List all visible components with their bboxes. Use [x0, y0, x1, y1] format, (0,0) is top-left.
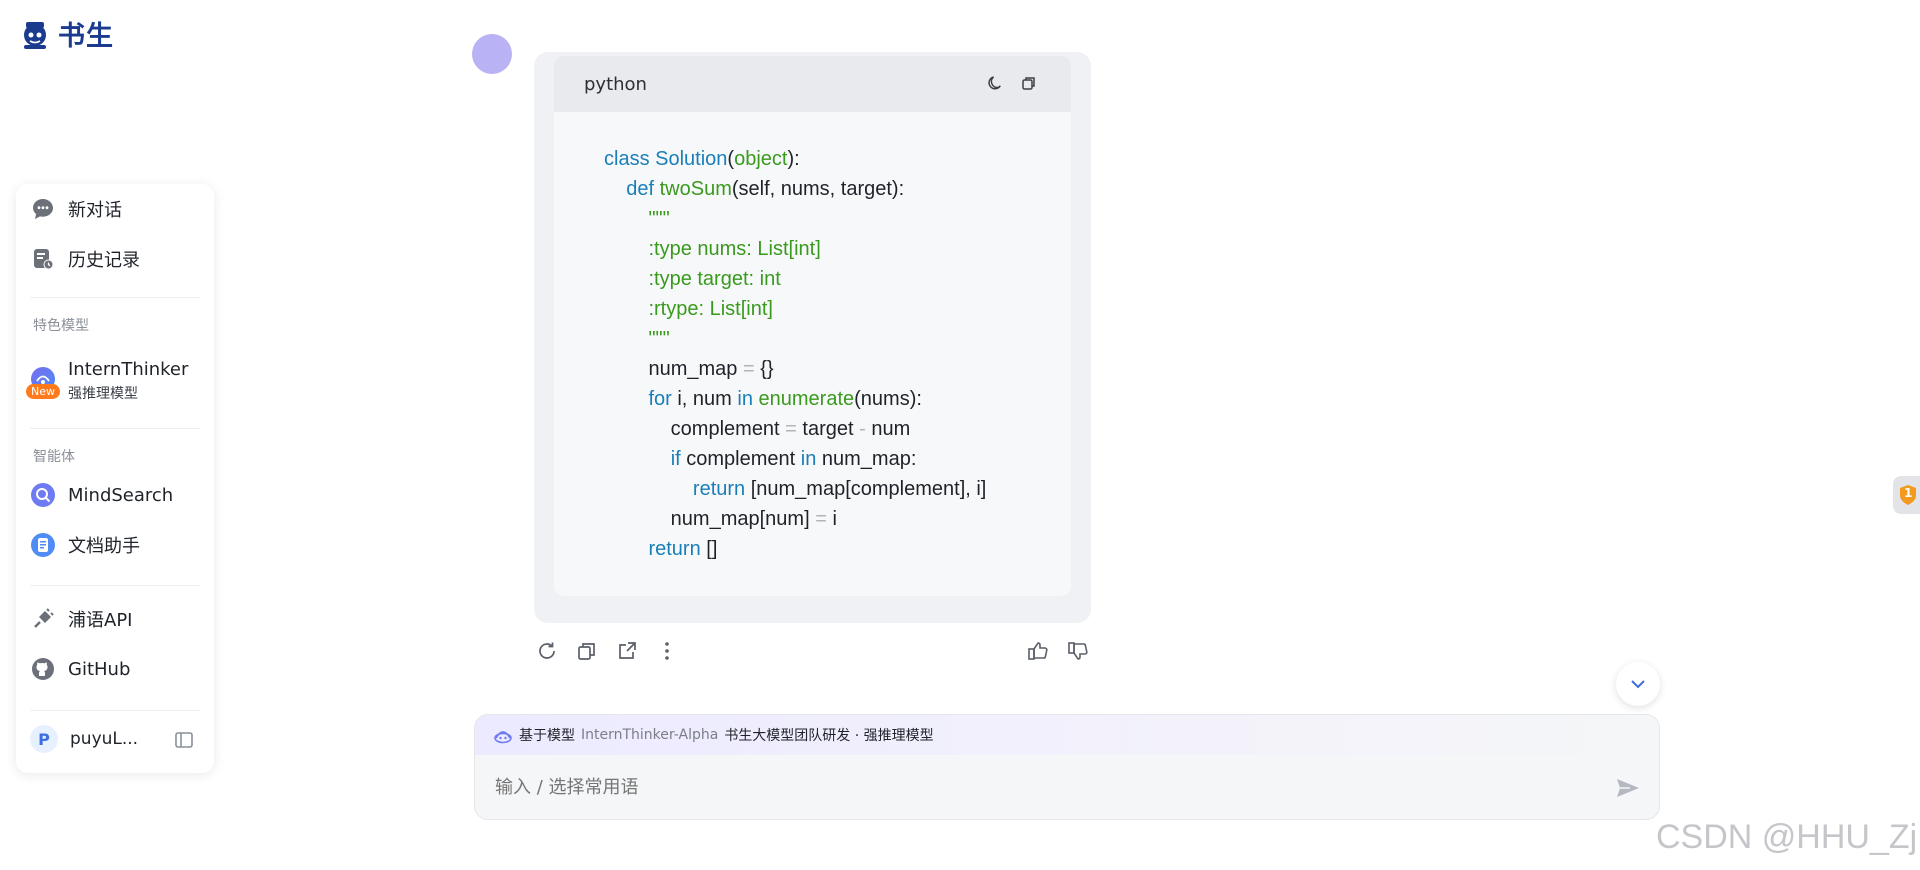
code-line: return []	[648, 538, 718, 560]
chat-input-container: 基于模型 InternThinker-Alpha 书生大模型团队研发 · 强推理…	[474, 714, 1660, 820]
model-robot-icon	[494, 731, 512, 744]
chat-input[interactable]	[495, 777, 1575, 798]
sidebar-item-mindsearch[interactable]: MindSearch	[30, 482, 173, 508]
brand-name: 书生	[58, 21, 114, 52]
share-icon[interactable]	[616, 640, 638, 662]
code-line: for i, num in enumerate(nums):	[648, 388, 922, 410]
divider	[30, 428, 200, 429]
code-block: python class Solution(object): def twoSu…	[554, 56, 1071, 596]
internthinker-label: InternThinker	[68, 359, 189, 380]
mindsearch-icon	[30, 482, 56, 508]
regenerate-icon[interactable]	[536, 640, 558, 662]
thumbs-up-icon[interactable]	[1027, 640, 1049, 662]
new-badge: New	[26, 384, 60, 399]
copy-message-icon[interactable]	[576, 640, 598, 662]
featured-models-heading: 特色模型	[33, 318, 89, 334]
document-icon	[30, 532, 56, 558]
scholar-logo-icon	[24, 21, 46, 49]
api-label: 浦语API	[68, 610, 133, 631]
github-icon	[30, 656, 56, 682]
sidebar-item-github[interactable]: GitHub	[30, 656, 130, 682]
code-line: :type nums: List[int]	[648, 238, 821, 260]
code-language: python	[584, 73, 647, 95]
mindsearch-label: MindSearch	[68, 484, 174, 506]
history-button[interactable]: 历史记录	[30, 246, 140, 272]
plug-icon	[30, 606, 56, 632]
code-line: complement = target - num	[604, 418, 911, 440]
doc-assistant-label: 文档助手	[68, 536, 140, 557]
logo[interactable]: 书生	[18, 14, 114, 53]
notification-tab[interactable]: 1	[1893, 476, 1920, 514]
model-prefix: 基于模型	[519, 728, 575, 744]
thumbs-down-icon[interactable]	[1067, 640, 1089, 662]
new-chat-label: 新对话	[68, 200, 122, 221]
model-description: 书生大模型团队研发 · 强推理模型	[724, 728, 934, 744]
code-line: num_map[num] = i	[604, 508, 837, 530]
code-line: """	[648, 328, 670, 350]
theme-toggle-icon[interactable]	[986, 74, 1006, 94]
more-options-icon[interactable]	[656, 640, 678, 662]
code-line: return [num_map[complement], i]	[692, 478, 987, 500]
user-name: puyuL...	[70, 729, 139, 749]
sidebar-toggle-icon[interactable]	[174, 730, 194, 754]
code-content: class Solution(object): def twoSum(self,…	[604, 144, 986, 564]
github-label: GitHub	[68, 658, 131, 680]
code-line: """	[648, 208, 670, 230]
code-line: :type target: int	[648, 268, 781, 290]
divider	[30, 297, 200, 298]
sidebar-item-doc-assistant[interactable]: 文档助手	[30, 532, 140, 558]
avatar: P	[30, 725, 58, 753]
divider	[30, 585, 200, 586]
sidebar-item-api[interactable]: 浦语API	[30, 606, 132, 632]
code-line: if complement in num_map:	[670, 448, 917, 470]
watermark: CSDN @HHU_Zj	[1656, 818, 1918, 856]
scroll-to-bottom-button[interactable]	[1616, 662, 1660, 706]
internthinker-subtitle: 强推理模型	[68, 386, 138, 402]
sidebar: 新对话 历史记录 特色模型 InternThinker 强推理模型 New 智能…	[16, 184, 214, 773]
code-line: class Solution(object):	[604, 148, 800, 170]
code-line: :rtype: List[int]	[648, 298, 773, 320]
new-chat-button[interactable]: 新对话	[30, 196, 122, 222]
agents-heading: 智能体	[33, 449, 75, 465]
history-label: 历史记录	[68, 250, 140, 271]
notification-count: 1	[1904, 486, 1913, 500]
send-icon[interactable]	[1615, 775, 1645, 805]
code-line: def twoSum(self, nums, target):	[626, 178, 905, 200]
user-profile[interactable]: P puyuL...	[30, 725, 138, 753]
model-name: InternThinker-Alpha	[581, 727, 719, 743]
assistant-avatar	[472, 34, 512, 74]
chat-bubble-icon	[30, 196, 56, 222]
code-line: num_map = {}	[604, 358, 774, 380]
divider	[30, 710, 200, 711]
history-icon	[30, 246, 56, 272]
model-info-bar: 基于模型 InternThinker-Alpha 书生大模型团队研发 · 强推理…	[475, 715, 1659, 755]
copy-code-icon[interactable]	[1020, 74, 1040, 94]
chevron-down-icon	[1631, 680, 1645, 689]
